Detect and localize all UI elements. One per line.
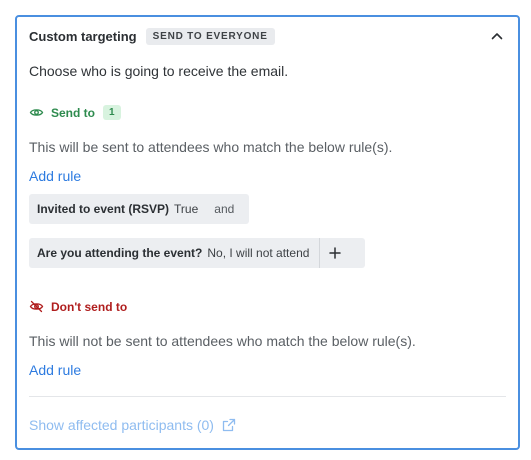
dont-send-label: Don't send to — [51, 299, 128, 314]
external-link-icon — [222, 418, 236, 432]
send-to-heading: Send to 1 — [29, 105, 121, 120]
show-affected-participants-link[interactable]: Show affected participants (0) — [29, 417, 236, 433]
send-to-label: Send to — [51, 105, 95, 120]
intro-text: Choose who is going to receive the email… — [29, 63, 289, 79]
rule-value: True — [174, 202, 199, 216]
panel-title: Custom targeting — [29, 28, 137, 44]
rule-key: Are you attending the event? — [37, 246, 203, 260]
rule-chip-rsvp[interactable]: Invited to event (RSVP) True and — [29, 194, 249, 224]
plus-icon[interactable] — [320, 238, 350, 268]
rule-joiner: and — [214, 202, 235, 216]
rule-chip-attending[interactable]: Are you attending the event? No, I will … — [29, 238, 365, 268]
show-affected-label: Show affected participants (0) — [29, 417, 214, 433]
dont-send-heading: Don't send to — [29, 299, 127, 314]
panel-header[interactable]: Custom targeting SEND TO EVERYONE — [29, 25, 506, 47]
rule-value: No, I will not attend — [207, 246, 310, 260]
chevron-up-icon[interactable] — [488, 27, 506, 45]
dont-send-add-rule-link[interactable]: Add rule — [29, 362, 81, 378]
dont-send-description: This will not be sent to attendees who m… — [29, 333, 416, 349]
eye-icon — [29, 105, 44, 120]
rule-key: Invited to event (RSVP) — [37, 202, 170, 216]
send-rule-count: 1 — [103, 105, 121, 120]
send-to-description: This will be sent to attendees who match… — [29, 139, 393, 155]
custom-targeting-panel: Custom targeting SEND TO EVERYONE Choose… — [15, 15, 520, 450]
eye-off-icon — [29, 299, 44, 314]
audience-badge: SEND TO EVERYONE — [145, 27, 275, 45]
footer-divider — [29, 396, 506, 397]
send-add-rule-link[interactable]: Add rule — [29, 168, 81, 184]
